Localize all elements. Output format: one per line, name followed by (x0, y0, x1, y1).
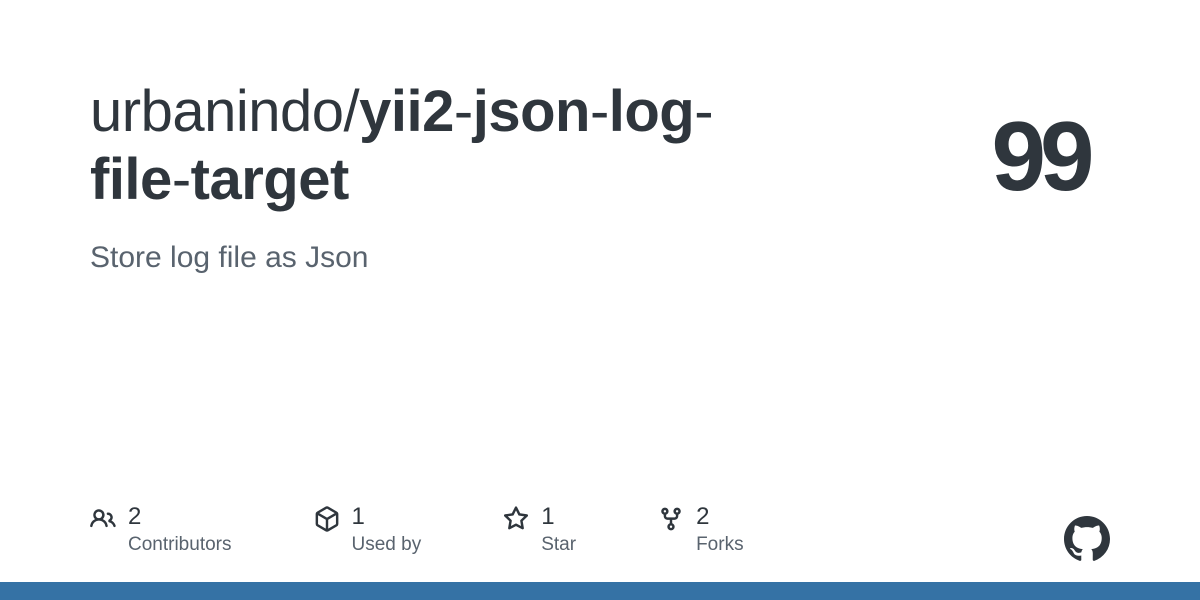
fork-icon (658, 506, 684, 532)
repo-name-part: log (609, 79, 694, 144)
stat-star: 1 Star (503, 504, 576, 556)
owner-avatar: 99 (970, 86, 1110, 226)
repo-title: urbanindo/yii2-json-log-file-target (90, 78, 810, 215)
github-logo-icon (1064, 516, 1110, 562)
stat-forks: 2 Forks (658, 504, 744, 556)
stat-count: 2 (128, 504, 232, 530)
people-icon (90, 506, 116, 532)
stat-label: Forks (696, 534, 744, 556)
avatar-text: 99 (991, 100, 1088, 213)
stat-label: Contributors (128, 534, 232, 556)
stat-count: 2 (696, 504, 744, 530)
stat-used-by: 1 Used by (314, 504, 422, 556)
repo-name-part: yii2 (359, 79, 454, 144)
stat-label: Star (541, 534, 576, 556)
stat-contributors: 2 Contributors (90, 504, 232, 556)
package-icon (314, 506, 340, 532)
repo-name-part: file (90, 147, 172, 212)
star-icon (503, 506, 529, 532)
repo-owner: urbanindo (90, 79, 344, 144)
stat-count: 1 (541, 504, 576, 530)
repo-stats: 2 Contributors 1 Used by 1 Star 2 Forks (90, 504, 744, 556)
repo-description: Store log file as Json (90, 241, 810, 275)
stat-label: Used by (352, 534, 422, 556)
repo-name-part: target (191, 147, 349, 212)
stat-count: 1 (352, 504, 422, 530)
language-bar (0, 582, 1200, 600)
repo-name-part: json (473, 79, 590, 144)
language-segment (0, 582, 1200, 600)
